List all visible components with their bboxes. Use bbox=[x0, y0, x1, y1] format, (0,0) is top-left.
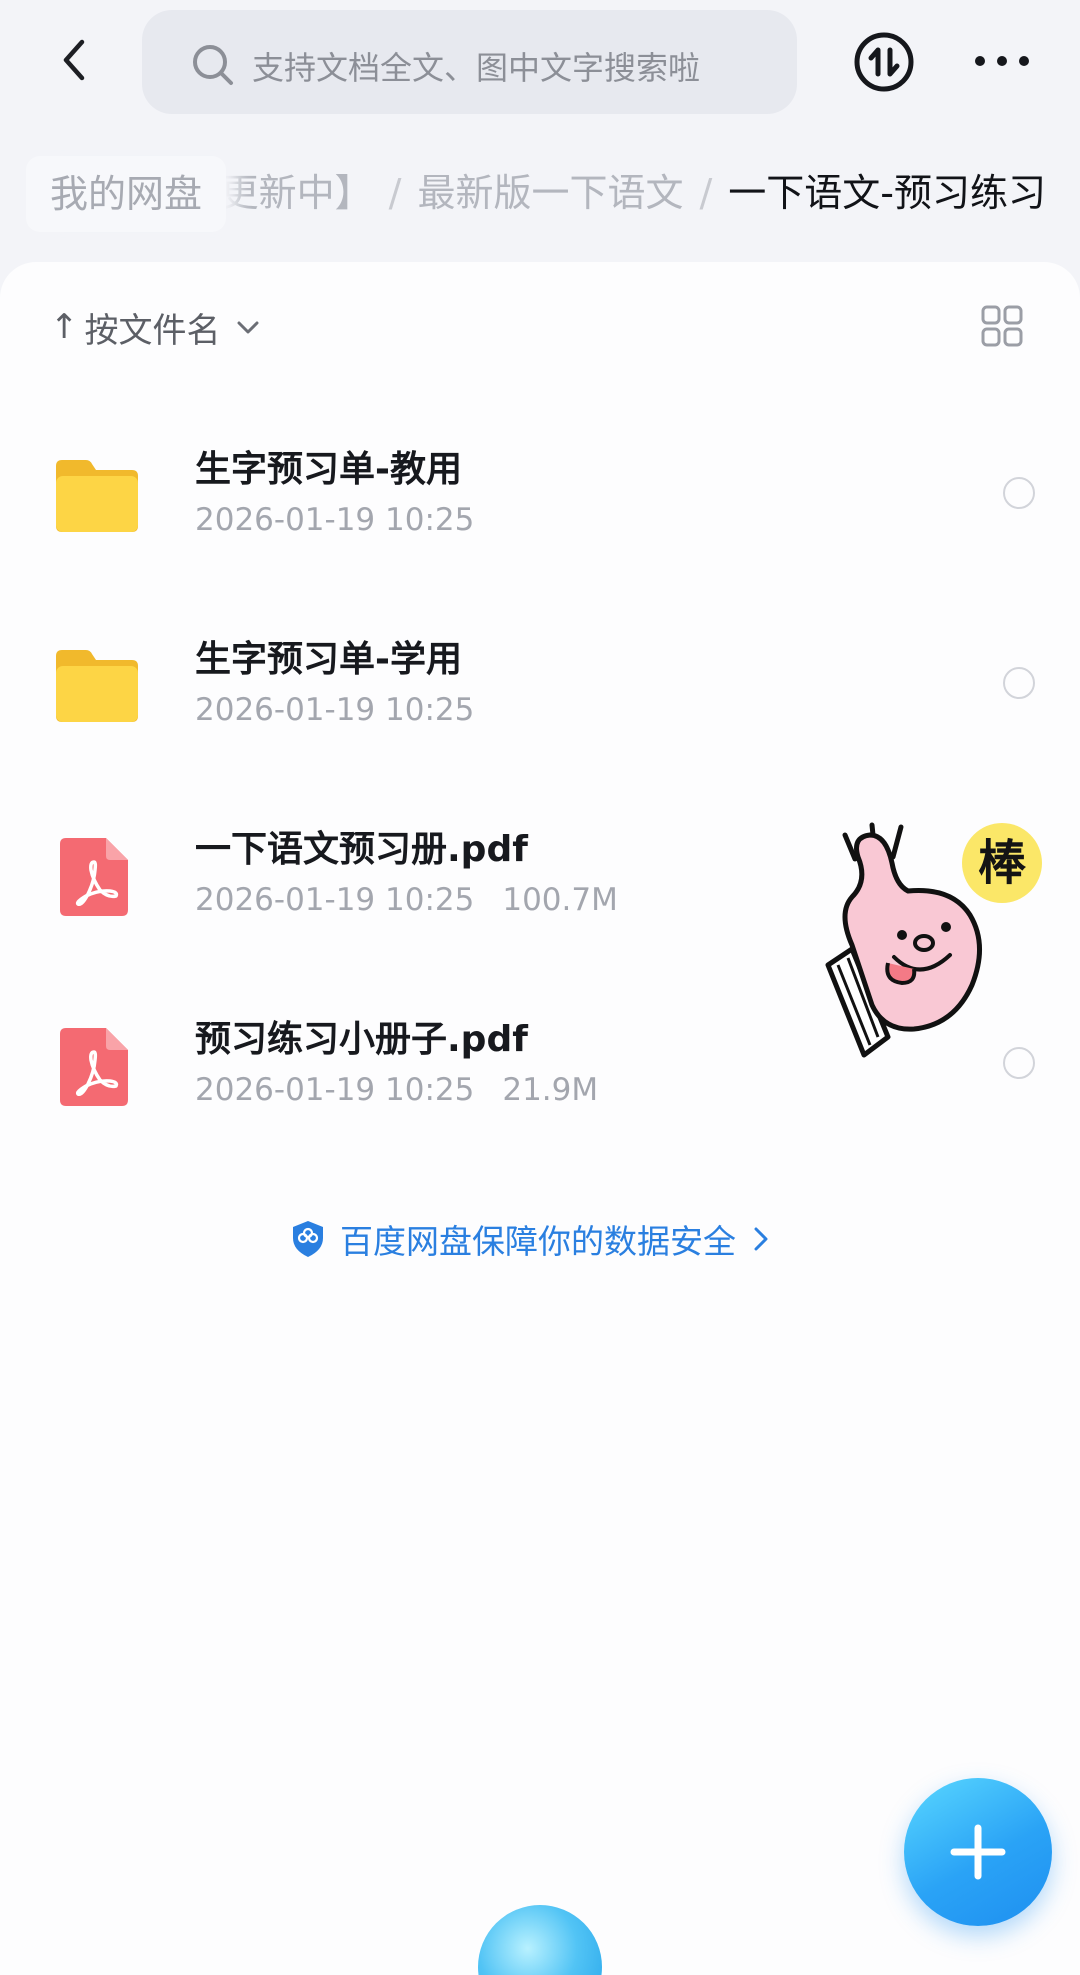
add-button[interactable] bbox=[904, 1778, 1052, 1926]
chevron-right-icon bbox=[754, 1227, 768, 1251]
sort-button[interactable]: ↑ 按文件名 bbox=[50, 302, 263, 352]
thumbs-up-sticker: 棒 bbox=[825, 822, 1042, 1058]
app-screen: 支持文档全文、图中文字搜索啦 更新中】 / 最新版一下语文 / 一下语文-预习练习 我的… bbox=[0, 0, 1080, 1975]
sticker-text: 棒 bbox=[978, 835, 1027, 891]
breadcrumb-separator: / bbox=[388, 171, 402, 215]
breadcrumb-item[interactable]: 更新中】 bbox=[221, 168, 373, 218]
file-name: 生字预习单-学用 bbox=[195, 639, 462, 680]
file-meta: 2026-01-19 10:25 21.9M bbox=[195, 1072, 598, 1108]
breadcrumb: 更新中】 / 最新版一下语文 / 一下语文-预习练习 我的网盘 bbox=[0, 150, 1080, 238]
breadcrumb-separator: / bbox=[699, 171, 713, 215]
file-size: 100.7M bbox=[502, 882, 618, 918]
select-checkbox[interactable] bbox=[1003, 667, 1035, 699]
file-row[interactable]: 生字预习单-学用 2026-01-19 10:25 bbox=[0, 602, 1080, 792]
folder-icon bbox=[56, 650, 138, 722]
file-name: 生字预习单-教用 bbox=[195, 449, 462, 490]
top-bar: 支持文档全文、图中文字搜索啦 bbox=[0, 0, 1080, 130]
grid-view-button[interactable] bbox=[980, 304, 1024, 348]
file-name: 一下语文预习册.pdf bbox=[195, 829, 528, 870]
pdf-file-icon bbox=[60, 838, 128, 916]
select-checkbox[interactable] bbox=[1003, 477, 1035, 509]
breadcrumb-path: 更新中】 / 最新版一下语文 / 一下语文-预习练习 bbox=[221, 168, 1046, 218]
file-date: 2026-01-19 10:25 bbox=[195, 692, 475, 728]
pdf-file-icon bbox=[60, 1028, 128, 1106]
transfer-button[interactable] bbox=[852, 30, 916, 94]
file-date: 2026-01-19 10:25 bbox=[195, 882, 475, 918]
more-button[interactable] bbox=[972, 30, 1032, 90]
file-date: 2026-01-19 10:25 bbox=[195, 502, 475, 538]
file-row[interactable]: 生字预习单-教用 2026-01-19 10:25 bbox=[0, 412, 1080, 602]
data-safety-text: 百度网盘保障你的数据安全 bbox=[340, 1222, 736, 1261]
file-meta: 2026-01-19 10:25 bbox=[195, 502, 474, 538]
file-list-card: ↑ 按文件名 生字预习单-教用 2026-01-19 10:25 生字预习单-学… bbox=[0, 262, 1080, 1975]
transfer-updown-icon bbox=[854, 32, 914, 92]
grid-view-icon bbox=[981, 305, 1023, 347]
file-date: 2026-01-19 10:25 bbox=[195, 1072, 475, 1108]
search-input[interactable]: 支持文档全文、图中文字搜索啦 bbox=[142, 10, 797, 114]
breadcrumb-item[interactable]: 最新版一下语文 bbox=[417, 168, 683, 218]
file-meta: 2026-01-19 10:25 bbox=[195, 692, 474, 728]
folder-icon bbox=[56, 460, 138, 532]
sort-label: 按文件名 bbox=[84, 310, 221, 351]
plus-icon bbox=[950, 1824, 1006, 1880]
file-meta: 2026-01-19 10:25 100.7M bbox=[195, 882, 618, 918]
shield-icon bbox=[293, 1221, 323, 1257]
back-button[interactable] bbox=[48, 30, 108, 90]
chevron-down-icon bbox=[237, 321, 258, 334]
search-icon bbox=[193, 45, 233, 85]
sort-direction: ↑ bbox=[50, 307, 79, 347]
search-placeholder: 支持文档全文、图中文字搜索啦 bbox=[252, 49, 701, 87]
data-safety-link[interactable]: 百度网盘保障你的数据安全 bbox=[290, 1214, 772, 1264]
file-size: 21.9M bbox=[502, 1072, 599, 1108]
chevron-left-icon bbox=[63, 39, 85, 81]
breadcrumb-current: 一下语文-预习练习 bbox=[728, 171, 1046, 215]
file-name: 预习练习小册子.pdf bbox=[195, 1019, 528, 1060]
more-dots-icon bbox=[975, 56, 1029, 66]
breadcrumb-root[interactable]: 我的网盘 bbox=[26, 156, 227, 232]
